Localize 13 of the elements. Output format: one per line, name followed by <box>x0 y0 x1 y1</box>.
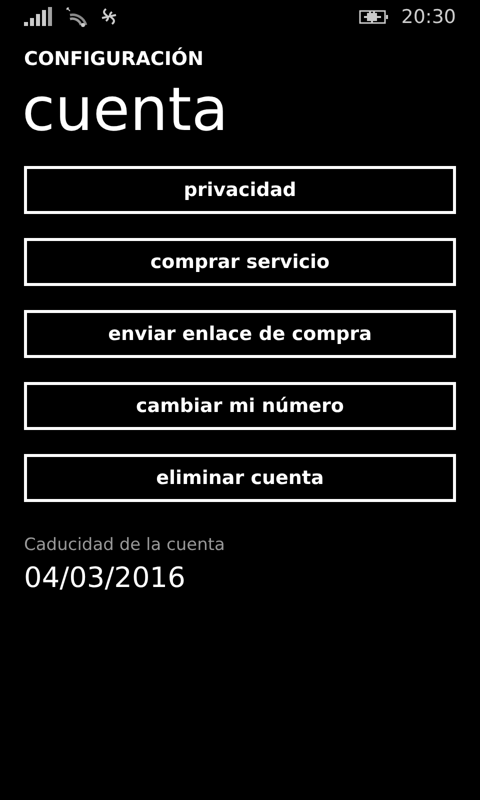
menu-button[interactable]: privacidad <box>24 166 456 214</box>
app-title: CONFIGURACIÓN <box>24 48 204 70</box>
signal-icon <box>24 7 54 27</box>
menu-button[interactable]: eliminar cuenta <box>24 454 456 502</box>
menu-button[interactable]: enviar enlace de compra <box>24 310 456 358</box>
clock-time: 20:30 <box>401 6 456 28</box>
wifi-icon <box>66 7 88 27</box>
menu-button[interactable]: comprar servicio <box>24 238 456 286</box>
page-title: cuenta <box>22 74 230 146</box>
battery-charging-icon <box>359 9 390 25</box>
expiry-label: Caducidad de la cuenta <box>24 535 226 555</box>
menu-button[interactable]: cambiar mi número <box>24 382 456 430</box>
expiry-date: 04/03/2016 <box>24 561 186 594</box>
